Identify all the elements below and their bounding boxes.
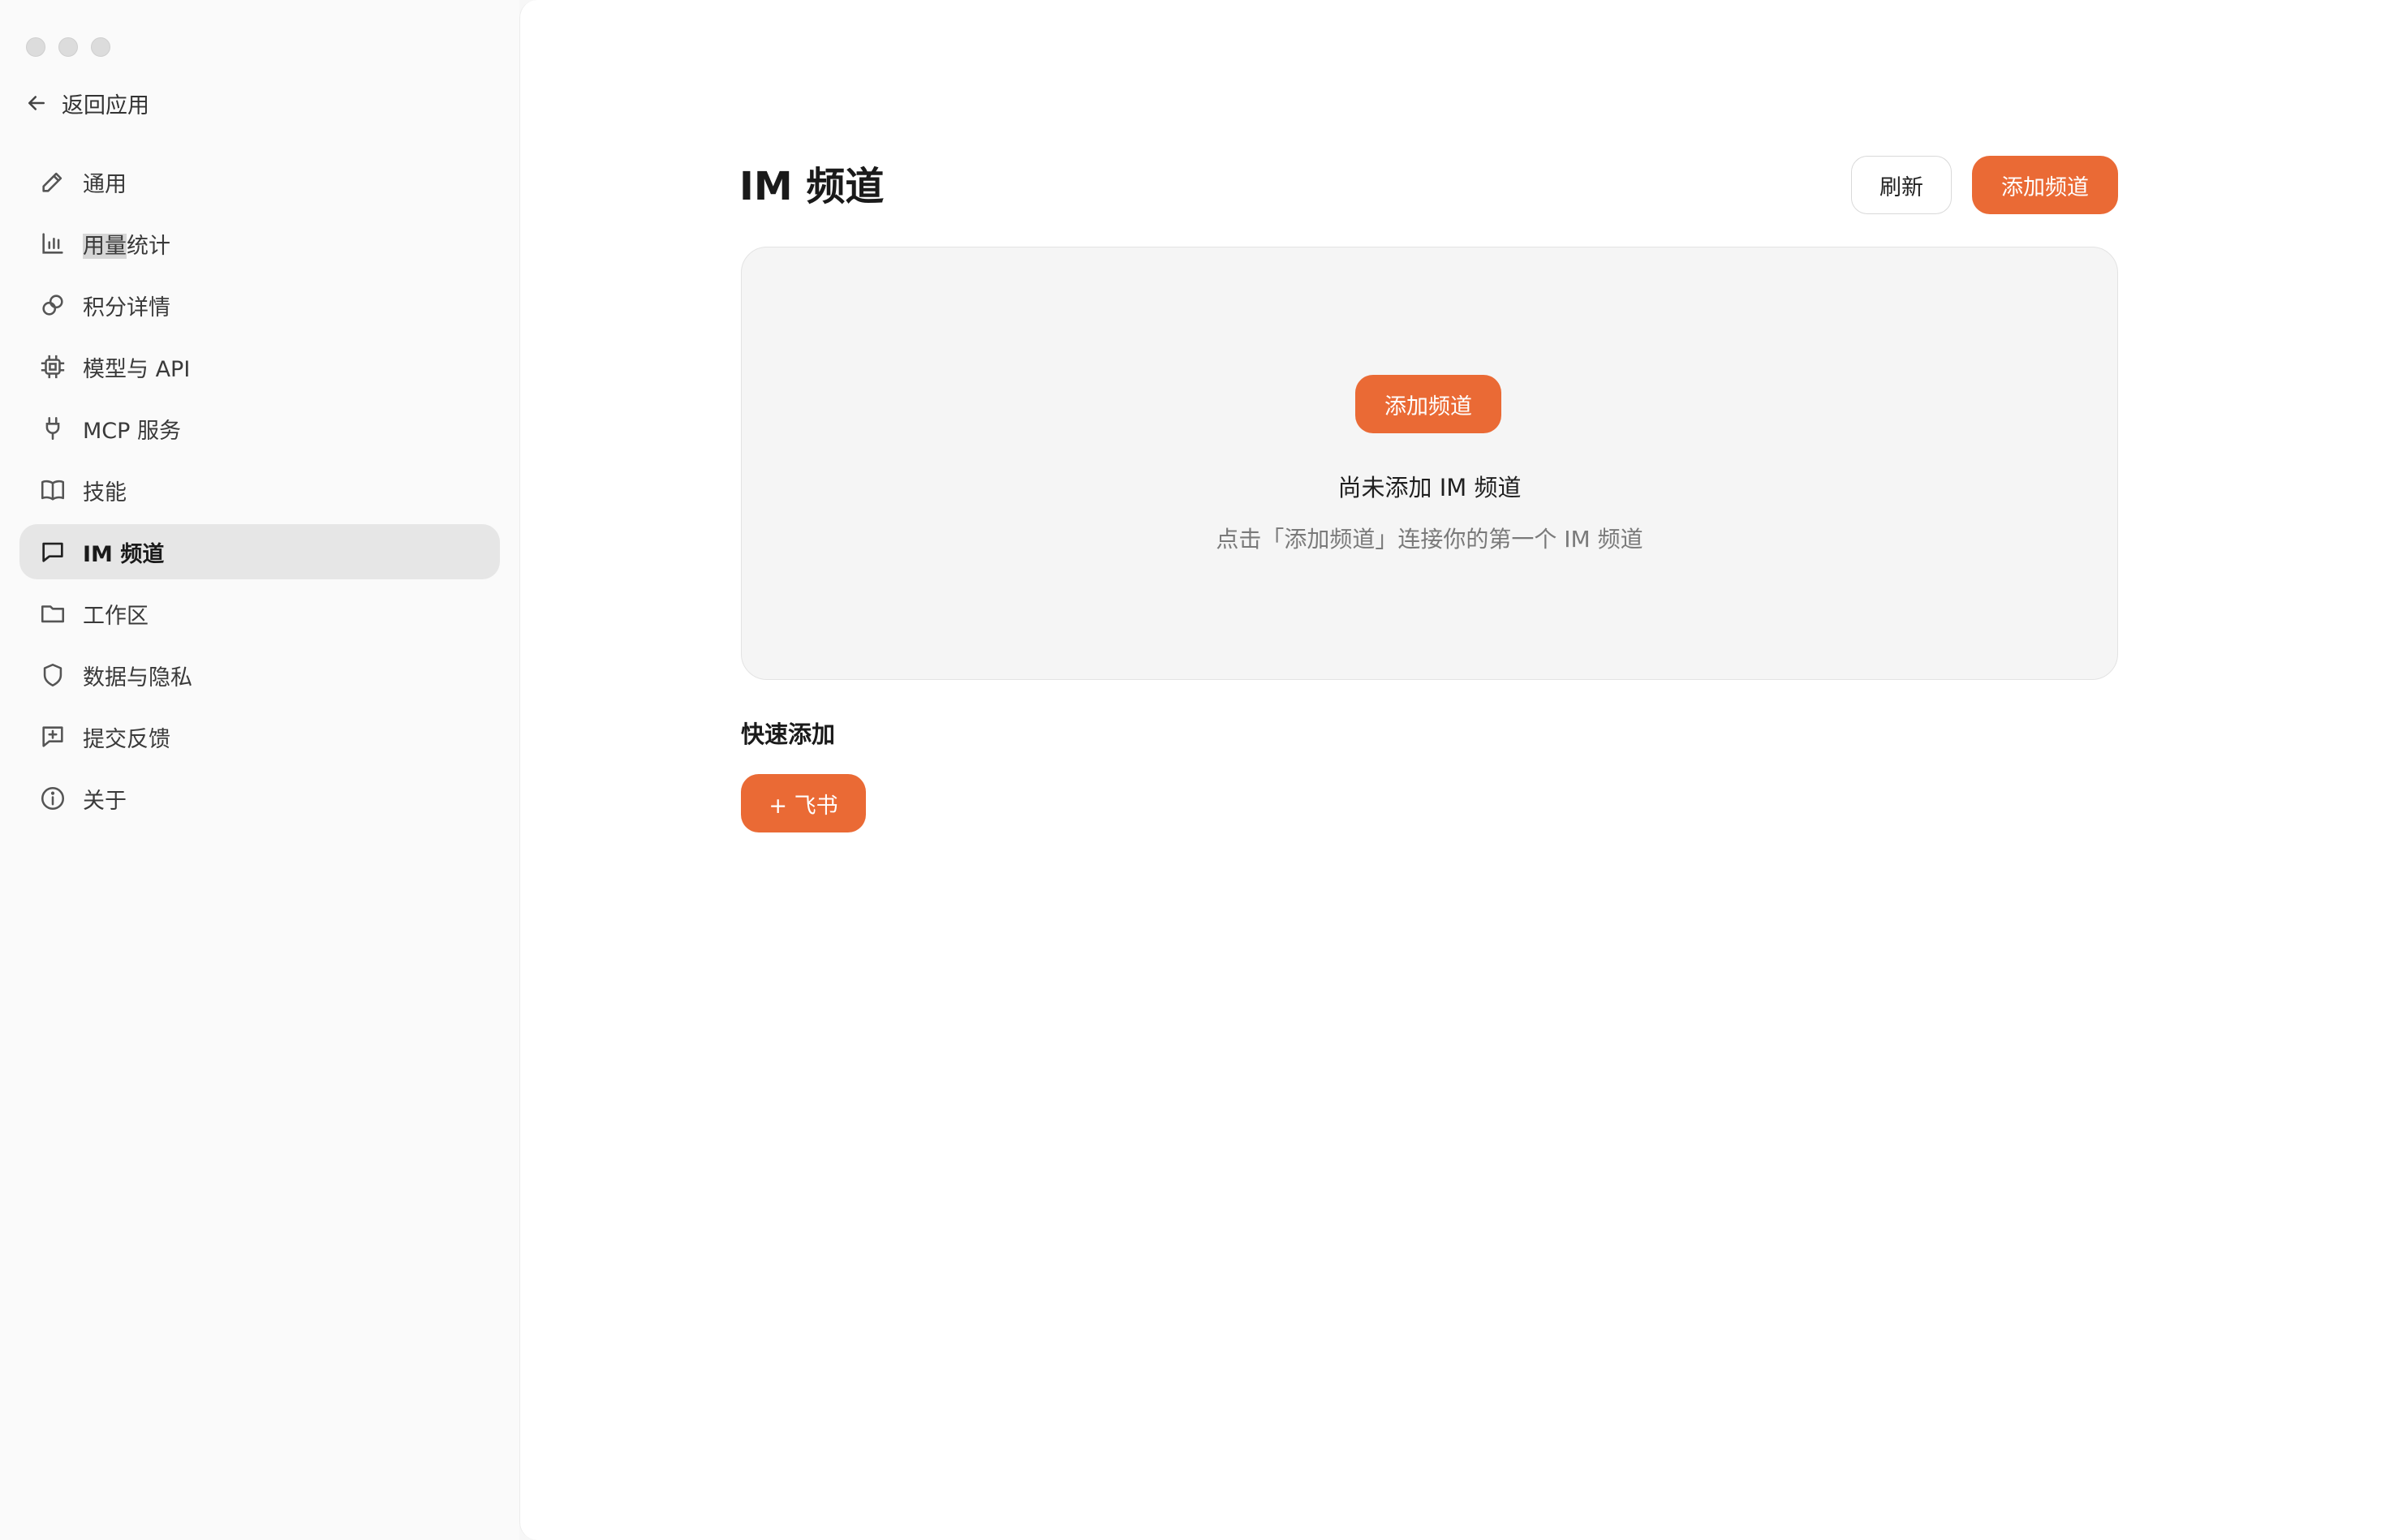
- main-panel: IM 频道 刷新 添加频道 添加频道 尚未添加 IM 频道 点击「添加频道」连接…: [519, 0, 2381, 1540]
- sidebar-item-label: 关于: [83, 788, 127, 814]
- sidebar-item-label: 数据与隐私: [83, 665, 192, 690]
- add-feishu-button[interactable]: + 飞书: [741, 774, 866, 832]
- feedback-icon: [42, 726, 63, 747]
- sidebar-item-label: MCP 服务: [83, 418, 182, 444]
- sidebar-item-skills[interactable]: 技能: [19, 462, 500, 518]
- sidebar-item-label: 积分详情: [83, 295, 170, 320]
- sidebar: 返回应用 通用 用量统计 积分详情 模型与 API MCP 服务 技能 IM 频…: [0, 0, 519, 1540]
- quick-add-heading: 快速添加: [741, 721, 836, 748]
- info-icon: [41, 786, 65, 811]
- empty-state-hint: 点击「添加频道」连接你的第一个 IM 频道: [1216, 526, 1643, 553]
- sidebar-item-im-channels[interactable]: IM 频道: [19, 524, 500, 579]
- empty-state-card: 添加频道 尚未添加 IM 频道 点击「添加频道」连接你的第一个 IM 频道: [741, 247, 2118, 680]
- sidebar-item-privacy[interactable]: 数据与隐私: [19, 647, 500, 703]
- folder-icon: [41, 605, 65, 623]
- arrow-left-icon: [28, 96, 45, 110]
- sidebar-item-label: 工作区: [83, 603, 149, 629]
- plug-icon: [45, 416, 60, 441]
- sidebar-item-label: 提交反馈: [83, 726, 170, 752]
- sidebar-item-usage[interactable]: 用量统计: [19, 216, 500, 271]
- sidebar-item-label: 模型与 API: [83, 356, 191, 382]
- back-to-app-link[interactable]: 返回应用: [24, 84, 149, 122]
- window-controls: [26, 37, 110, 57]
- sidebar-item-general[interactable]: 通用: [19, 154, 500, 209]
- sidebar-item-label: 通用: [83, 171, 127, 197]
- refresh-button[interactable]: 刷新: [1851, 156, 1952, 214]
- sidebar-item-about[interactable]: 关于: [19, 771, 500, 826]
- back-label: 返回应用: [62, 92, 149, 118]
- sidebar-item-credits[interactable]: 积分详情: [19, 277, 500, 333]
- sidebar-item-workspace[interactable]: 工作区: [19, 586, 500, 641]
- coins-icon: [42, 295, 63, 316]
- sidebar-item-label: IM 频道: [83, 541, 165, 567]
- settings-nav: 通用 用量统计 积分详情 模型与 API MCP 服务 技能 IM 频道 工作区…: [19, 154, 500, 832]
- book-icon: [41, 480, 65, 501]
- sidebar-item-mcp[interactable]: MCP 服务: [19, 401, 500, 456]
- close-window-button[interactable]: [26, 37, 45, 57]
- empty-add-channel-button[interactable]: 添加频道: [1355, 375, 1501, 433]
- sidebar-item-feedback[interactable]: 提交反馈: [19, 709, 500, 764]
- pencil-icon: [42, 172, 62, 192]
- bar-chart-icon: [42, 233, 63, 254]
- shield-icon: [43, 663, 62, 687]
- page-title: IM 频道: [739, 164, 885, 209]
- selected-text-highlight: 用量: [83, 233, 127, 259]
- zoom-window-button[interactable]: [91, 37, 110, 57]
- add-channel-button[interactable]: 添加频道: [1972, 156, 2118, 214]
- message-icon: [42, 542, 63, 562]
- sidebar-item-models-api[interactable]: 模型与 API: [19, 339, 500, 394]
- minimize-window-button[interactable]: [58, 37, 78, 57]
- empty-state-title: 尚未添加 IM 频道: [1337, 474, 1522, 501]
- sidebar-item-label: 用量统计: [83, 233, 170, 259]
- chip-icon: [41, 355, 65, 379]
- sidebar-item-label: 技能: [83, 480, 127, 505]
